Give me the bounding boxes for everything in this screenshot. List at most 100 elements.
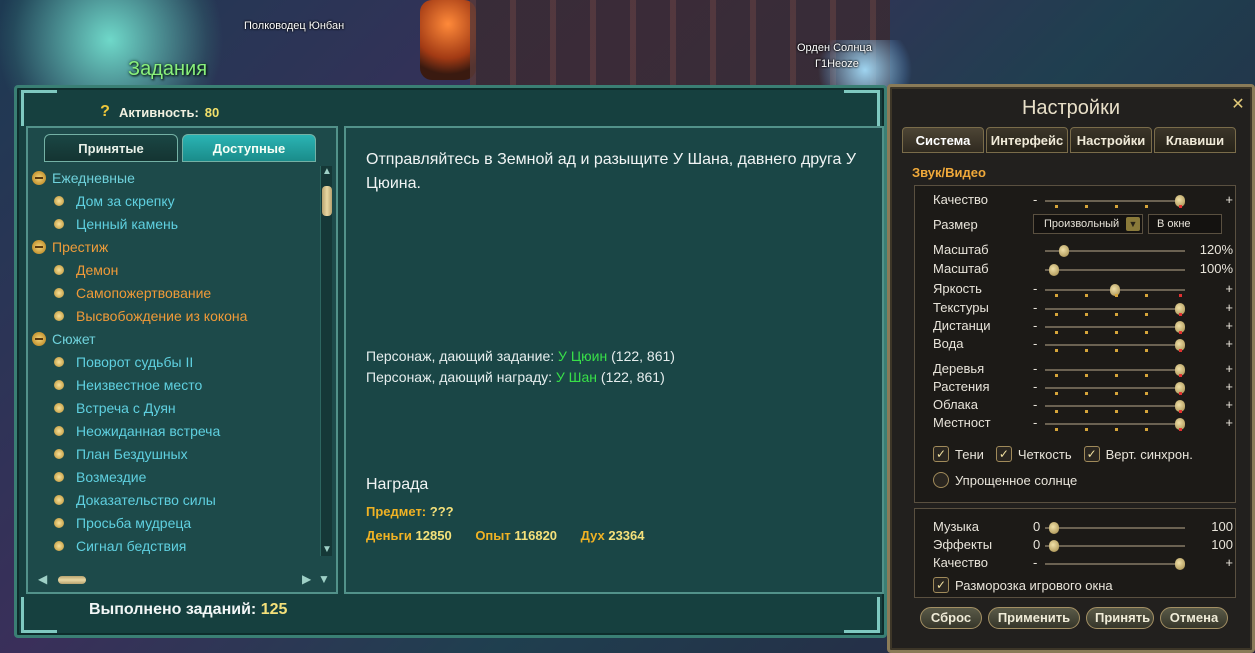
quest-list-item[interactable]: Неожиданная встреча xyxy=(32,419,316,442)
plus-icon[interactable]: + xyxy=(1225,300,1233,315)
minus-icon[interactable]: - xyxy=(1033,361,1037,376)
unfreeze-checkbox-group[interactable]: ✓ Разморозка игрового окна xyxy=(933,577,1113,593)
window-mode-field[interactable]: В окне xyxy=(1148,214,1222,234)
minus-icon[interactable]: - xyxy=(1033,415,1037,430)
reset-button[interactable]: Сброс xyxy=(920,607,982,629)
slider-knob[interactable] xyxy=(1175,558,1185,570)
tab-system[interactable]: Система xyxy=(902,127,984,153)
quest-rewarder-name[interactable]: У Шан xyxy=(556,369,597,385)
plus-icon[interactable]: + xyxy=(1225,379,1233,394)
tab-available[interactable]: Доступные xyxy=(182,134,316,162)
npc-nameplate[interactable]: Орден Солнца xyxy=(797,42,872,54)
quest-list-item[interactable]: Дом за скрепку xyxy=(32,189,316,212)
checkbox-unchecked-icon[interactable] xyxy=(933,472,949,488)
graphics-slider[interactable] xyxy=(1045,321,1185,333)
scroll-down-icon[interactable]: ▼ xyxy=(321,544,333,556)
plus-icon[interactable]: + xyxy=(1225,415,1233,430)
clarity-checkbox-group[interactable]: ✓ Четкость xyxy=(995,446,1072,462)
minus-icon[interactable]: - xyxy=(1033,318,1037,333)
vsync-checkbox-group[interactable]: ✓ Верт. синхрон. xyxy=(1083,446,1193,462)
tab-accepted[interactable]: Принятые xyxy=(44,134,178,162)
chevron-down-icon[interactable]: ▼ xyxy=(318,572,330,586)
music-slider[interactable] xyxy=(1045,522,1185,534)
checkbox-checked-icon[interactable]: ✓ xyxy=(1083,446,1100,462)
graphics-slider[interactable] xyxy=(1045,284,1185,296)
simple-sun-checkbox-group[interactable]: Упрощенное солнце xyxy=(933,472,1077,488)
minus-icon[interactable]: - xyxy=(1033,379,1037,394)
minus-icon[interactable]: - xyxy=(1033,192,1037,207)
quality-slider[interactable] xyxy=(1045,195,1185,207)
accept-button[interactable]: Принять xyxy=(1086,607,1154,629)
npc-nameplate[interactable]: Г1Неоzе xyxy=(815,58,859,70)
graphics-slider[interactable] xyxy=(1045,382,1185,394)
plus-icon[interactable]: + xyxy=(1225,318,1233,333)
scale2-slider[interactable] xyxy=(1045,264,1185,276)
minus-icon[interactable]: - xyxy=(1033,397,1037,412)
chevron-down-icon[interactable]: ▼ xyxy=(1126,217,1140,231)
quest-list-item[interactable]: Самопожертвование xyxy=(32,281,316,304)
cancel-button[interactable]: Отмена xyxy=(1160,607,1228,629)
plus-icon[interactable]: + xyxy=(1225,397,1233,412)
quest-list-item[interactable]: Просьба мудреца xyxy=(32,511,316,534)
quest-category[interactable]: Ежедневные xyxy=(32,166,316,189)
plus-icon[interactable]: + xyxy=(1225,336,1233,351)
quest-list-item[interactable]: Высвобождение из кокона xyxy=(32,304,316,327)
tab-settings[interactable]: Настройки xyxy=(1070,127,1152,153)
tab-interface[interactable]: Интерфейс xyxy=(986,127,1068,153)
quest-list-item[interactable]: Ценный камень xyxy=(32,212,316,235)
quest-list-item[interactable]: Встреча с Дуян xyxy=(32,396,316,419)
quest-giver-name[interactable]: У Цюин xyxy=(558,348,607,364)
quest-list-item[interactable]: Поворот судьбы II xyxy=(32,350,316,373)
plus-icon[interactable]: + xyxy=(1225,555,1233,570)
size-dropdown[interactable]: Произвольный ▼ xyxy=(1033,214,1143,234)
quest-list-item[interactable]: Неизвестное место xyxy=(32,373,316,396)
simple-sun-label: Упрощенное солнце xyxy=(955,472,1078,488)
quest-list-item[interactable]: Демон xyxy=(32,258,316,281)
question-mark-icon[interactable]: ? xyxy=(97,104,113,120)
plus-icon[interactable]: + xyxy=(1225,281,1233,296)
graphics-slider[interactable] xyxy=(1045,364,1185,376)
sound-quality-slider[interactable] xyxy=(1045,558,1185,570)
minus-icon[interactable]: - xyxy=(1033,281,1037,296)
collapse-icon[interactable] xyxy=(32,239,46,254)
checkbox-checked-icon[interactable]: ✓ xyxy=(933,446,949,462)
scroll-left-icon[interactable]: ◀ xyxy=(38,572,47,586)
quest-list-item[interactable]: Доказательство силы xyxy=(32,488,316,511)
quest-list-label: Доказательство силы xyxy=(76,491,216,508)
npc-nameplate[interactable]: Полководец Юнбан xyxy=(244,20,344,32)
scale1-slider[interactable] xyxy=(1045,245,1185,257)
checkbox-checked-icon[interactable]: ✓ xyxy=(933,577,949,593)
slider-knob[interactable] xyxy=(1049,522,1059,534)
checkbox-checked-icon[interactable]: ✓ xyxy=(995,446,1012,462)
tab-keys[interactable]: Клавиши xyxy=(1154,127,1236,153)
minus-icon[interactable]: - xyxy=(1033,336,1037,351)
apply-button[interactable]: Применить xyxy=(988,607,1080,629)
plus-icon[interactable]: + xyxy=(1225,361,1233,376)
collapse-icon[interactable] xyxy=(32,331,46,346)
graphics-slider[interactable] xyxy=(1045,400,1185,412)
graphics-slider[interactable] xyxy=(1045,418,1185,430)
slider-knob[interactable] xyxy=(1049,264,1059,276)
close-icon[interactable]: ✕ xyxy=(1230,97,1246,113)
minus-icon[interactable]: - xyxy=(1033,300,1037,315)
quest-category[interactable]: Сюжет xyxy=(32,327,316,350)
quest-list-item[interactable]: Возмездие xyxy=(32,465,316,488)
quest-list-scrollbar[interactable]: ▲ ▼ xyxy=(320,166,332,556)
scroll-up-icon[interactable]: ▲ xyxy=(321,166,333,178)
effects-slider[interactable] xyxy=(1045,540,1185,552)
horizontal-scrollbar[interactable]: ◀ ▶ ▼ xyxy=(34,572,330,588)
graphics-slider[interactable] xyxy=(1045,339,1185,351)
plus-icon[interactable]: + xyxy=(1225,192,1233,207)
slider-knob[interactable] xyxy=(1059,245,1069,257)
slider-knob[interactable] xyxy=(1049,540,1059,552)
quest-category[interactable]: Престиж xyxy=(32,235,316,258)
quest-list-item[interactable]: План Бездушных xyxy=(32,442,316,465)
collapse-icon[interactable] xyxy=(32,170,46,185)
scroll-right-icon[interactable]: ▶ xyxy=(302,572,311,586)
scrollbar-thumb[interactable] xyxy=(322,186,332,216)
shadows-checkbox-group[interactable]: ✓ Тени xyxy=(933,446,984,462)
graphics-slider[interactable] xyxy=(1045,303,1185,315)
quest-list-item[interactable]: Сигнал бедствия xyxy=(32,534,316,556)
horizontal-scrollbar-thumb[interactable] xyxy=(58,576,86,584)
minus-icon[interactable]: - xyxy=(1033,555,1037,570)
